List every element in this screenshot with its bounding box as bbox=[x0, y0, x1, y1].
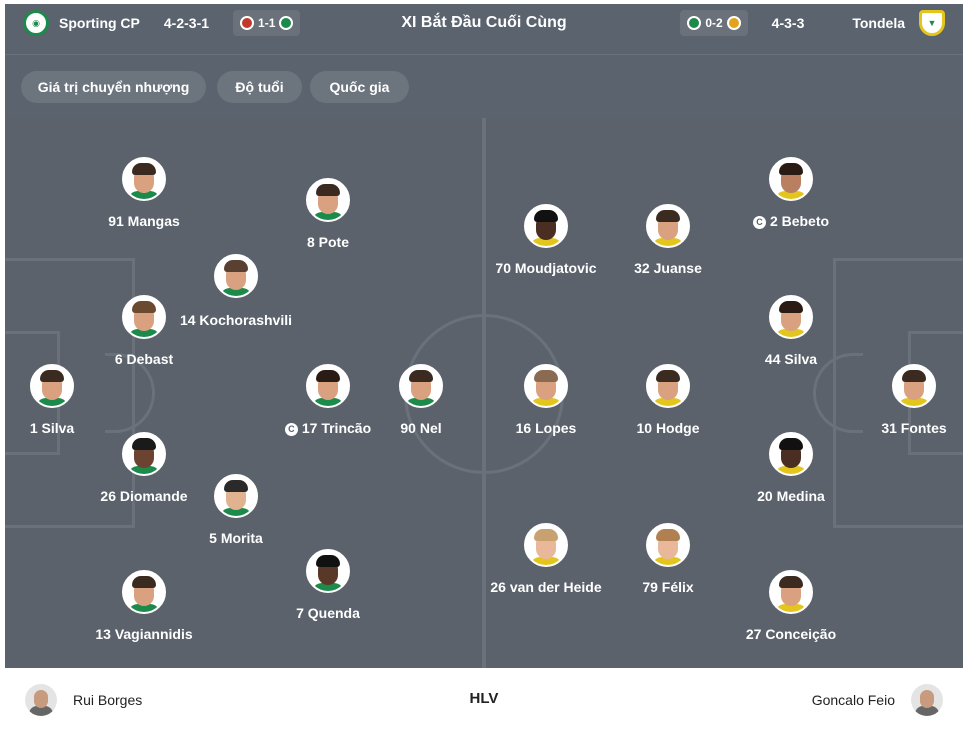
captain-icon: C bbox=[284, 423, 298, 436]
player-away-8[interactable]: 44 Silva bbox=[711, 295, 871, 367]
player-home-6[interactable]: 14 Kochorashvili bbox=[156, 254, 316, 328]
player-away-9[interactable]: 20 Medina bbox=[711, 432, 871, 504]
away-team-name[interactable]: Tondela bbox=[852, 15, 905, 31]
lineup-header: ◉ Sporting CP 4-2-3-1 1-1 XI Bắt Đầu Cuố… bbox=[5, 4, 963, 54]
player-name: 8 Pote bbox=[306, 234, 349, 250]
coach-avatar bbox=[911, 684, 943, 716]
pitch: 1 Silva 6 Debast 26 Diomande 91 Mangas 1… bbox=[5, 118, 963, 668]
opponent-crest-icon bbox=[726, 16, 741, 30]
player-avatar bbox=[214, 474, 258, 518]
player-away-7[interactable]: C2 Bebeto bbox=[711, 157, 871, 229]
tondela-mini-crest-icon bbox=[687, 16, 702, 30]
player-avatar bbox=[646, 523, 690, 567]
coach-bar: Rui Borges HLV Goncalo Feio bbox=[5, 668, 963, 730]
player-name: 32 Juanse bbox=[634, 260, 702, 276]
player-name: 14 Kochorashvili bbox=[179, 312, 293, 328]
player-avatar bbox=[30, 364, 74, 408]
player-name: 91 Mangas bbox=[108, 213, 180, 229]
player-name: 27 Conceição bbox=[745, 626, 837, 642]
player-name: C2 Bebeto bbox=[711, 213, 871, 229]
away-coach-name: Goncalo Feio bbox=[811, 692, 895, 708]
player-avatar bbox=[399, 364, 443, 408]
captain-icon: C bbox=[752, 216, 766, 229]
filter-nationality-button[interactable]: Quốc gia bbox=[310, 71, 409, 103]
player-name: 20 Medina bbox=[757, 488, 825, 504]
filter-market-value-button[interactable]: Giá trị chuyển nhượng bbox=[21, 71, 206, 103]
player-name: 7 Quenda bbox=[296, 605, 360, 621]
player-avatar bbox=[306, 549, 350, 593]
player-avatar bbox=[769, 157, 813, 201]
filter-age-button[interactable]: Độ tuổi bbox=[217, 71, 302, 103]
player-avatar bbox=[769, 432, 813, 476]
away-coach[interactable]: Goncalo Feio bbox=[812, 684, 943, 716]
player-away-10[interactable]: 27 Conceição bbox=[711, 570, 871, 642]
away-formation: 4-3-3 bbox=[771, 15, 805, 31]
player-avatar bbox=[646, 204, 690, 248]
away-team: 0-2 4-3-3 Tondela ▼ bbox=[680, 4, 963, 42]
player-avatar bbox=[769, 295, 813, 339]
player-name: 6 Debast bbox=[114, 351, 174, 367]
player-avatar bbox=[214, 254, 258, 298]
player-avatar bbox=[122, 157, 166, 201]
player-avatar bbox=[769, 570, 813, 614]
player-home-8[interactable]: 8 Pote bbox=[248, 178, 408, 250]
player-avatar bbox=[892, 364, 936, 408]
player-avatar bbox=[122, 432, 166, 476]
player-avatar bbox=[646, 364, 690, 408]
player-home-7[interactable]: 5 Morita bbox=[156, 474, 316, 546]
tondela-crest-icon: ▼ bbox=[919, 10, 945, 36]
player-away-11[interactable]: 31 Fontes bbox=[834, 364, 963, 436]
player-avatar bbox=[122, 570, 166, 614]
player-home-10[interactable]: 7 Quenda bbox=[248, 549, 408, 621]
filter-bar: Giá trị chuyển nhượng Độ tuổi Quốc gia bbox=[5, 54, 963, 118]
player-away-5[interactable]: 10 Hodge bbox=[588, 364, 748, 436]
away-last-match[interactable]: 0-2 bbox=[680, 10, 748, 36]
player-home-4[interactable]: 91 Mangas bbox=[64, 157, 224, 229]
player-name: 13 Vagiannidis bbox=[95, 626, 193, 642]
player-name: 5 Morita bbox=[209, 530, 263, 546]
player-home-5[interactable]: 13 Vagiannidis bbox=[64, 570, 224, 642]
away-last-score: 0-2 bbox=[705, 16, 723, 30]
player-name: 31 Fontes bbox=[881, 420, 947, 436]
player-avatar bbox=[524, 204, 568, 248]
player-avatar bbox=[306, 178, 350, 222]
player-avatar bbox=[524, 523, 568, 567]
player-home-1[interactable]: 1 Silva bbox=[5, 364, 132, 436]
player-avatar bbox=[524, 364, 568, 408]
